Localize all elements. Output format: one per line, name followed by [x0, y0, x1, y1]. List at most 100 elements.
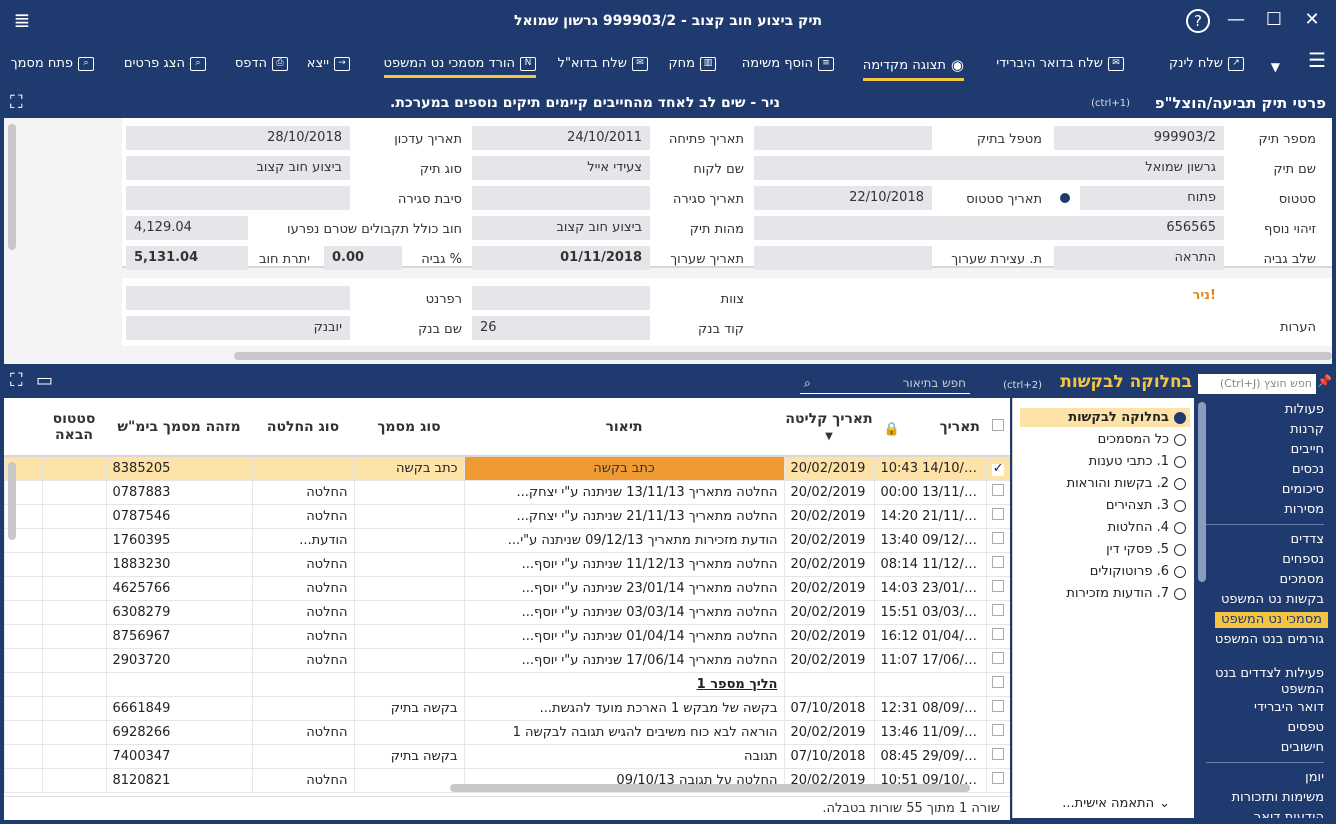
filter-pleadings[interactable]: 1. כתבי טענות [1089, 454, 1186, 469]
debt-total-label: חוב כולל תקבולים שטרם נפרעו [287, 222, 462, 237]
row-checkbox[interactable] [985, 648, 1010, 673]
table-horizontal-scrollbar[interactable] [450, 784, 970, 792]
notes-field[interactable]: !ניר [754, 284, 1224, 340]
export-button[interactable]: → ייצא [307, 56, 350, 71]
table-row[interactable]: 16:12 01/04/2014 20/02/2019 החלטה מתאריך 0… [4, 624, 1010, 649]
personalize-button[interactable]: ⌄ התאמה אישית... [1062, 796, 1170, 811]
column-header-description[interactable]: תיאור [464, 398, 784, 457]
row-checkbox[interactable]: ✓ [985, 456, 1010, 481]
description-search-input[interactable]: חפש בתיאור ⌕ [800, 372, 970, 394]
hamburger-menu-icon[interactable]: ☰ [1308, 48, 1326, 72]
column-header-received[interactable]: תאריך קליטה ▼ [784, 398, 874, 457]
filter-secretary-notices[interactable]: 7. הודעות מזכירות [1066, 586, 1186, 601]
cell-decision-type: החלטה [251, 648, 354, 673]
delete-button[interactable]: ▥ מחק [668, 56, 716, 71]
app-logo-icon: ≣ [13, 8, 31, 32]
table-row[interactable]: 14:20 21/11/2013 20/02/2019 החלטה מתאריך 2… [4, 504, 1010, 529]
nav-item-calculations[interactable]: חישובים [1281, 740, 1324, 756]
nav-item-net-documents[interactable]: מסמכי נט המשפט [1215, 612, 1328, 628]
nav-item-net-entities[interactable]: גורמים בנט המשפט [1214, 632, 1324, 648]
chevron-down-icon[interactable]: ▼ [1271, 60, 1280, 74]
pin-icon[interactable]: 📌 [1317, 374, 1332, 388]
preview-button[interactable]: ◉ תצוגה מקדימה [862, 56, 964, 81]
nav-item-funds[interactable]: קרנות [1290, 422, 1324, 438]
nav-item-deliveries[interactable]: מסירות [1284, 502, 1324, 518]
maximize-icon[interactable]: ☐ [1260, 8, 1288, 32]
filter-all-documents[interactable]: כל המסמכים [1098, 432, 1186, 447]
row-checkbox[interactable] [985, 672, 1010, 697]
add-task-button[interactable]: ≡ הוסף משימה [742, 56, 834, 71]
table-row[interactable]: 00:00 13/11/2013 20/02/2019 החלטה מתאריך 1… [4, 480, 1010, 505]
row-checkbox[interactable] [985, 552, 1010, 577]
filter-protocols[interactable]: 6. פרוטוקולים [1090, 564, 1186, 579]
nav-scrollbar[interactable] [1198, 402, 1206, 582]
filter-judgments[interactable]: 5. פסקי דין [1106, 542, 1186, 557]
expand-icon[interactable]: ⛶ [10, 92, 23, 113]
table-row[interactable]: 08:14 11/12/2013 20/02/2019 החלטה מתאריך 1… [4, 552, 1010, 577]
open-document-button[interactable]: ⌕ פתח מסמך [11, 56, 94, 71]
table-row[interactable]: 14:03 23/01/2014 20/02/2019 החלטה מתאריך 2… [4, 576, 1010, 601]
client-name-field: צעידי אייל [472, 156, 650, 180]
table-row[interactable]: 08:45 29/09/2013 07/10/2018 תגובה בקשה בתיק… [4, 744, 1010, 769]
column-header-next-status[interactable]: סטטוס הבאה [42, 398, 106, 457]
row-checkbox[interactable] [985, 744, 1010, 769]
table-row[interactable]: הליך מספר 1 [4, 672, 1010, 697]
print-button[interactable]: ⎙ הדפס [235, 56, 288, 71]
close-icon[interactable]: ✕ [1298, 8, 1326, 32]
nav-item-tasks[interactable]: משימות ותזכורות [1232, 790, 1324, 806]
shortcut-hint: (ctrl+1) [1091, 98, 1130, 109]
monitor-icon[interactable]: ▭ [36, 370, 53, 391]
row-checkbox[interactable] [985, 504, 1010, 529]
nav-item-hybrid-mail[interactable]: דואר היברידי [1254, 700, 1324, 716]
row-checkbox[interactable] [985, 600, 1010, 625]
cell-next-status [41, 648, 106, 673]
filter-decisions[interactable]: 4. החלטות [1108, 520, 1186, 535]
nav-item-actions[interactable]: פעולות [1285, 402, 1324, 418]
send-email-button[interactable]: ✉ שלח בדוא"ל [558, 56, 648, 71]
row-checkbox[interactable] [985, 480, 1010, 505]
nav-item-diary[interactable]: יומן [1305, 770, 1324, 786]
row-checkbox[interactable] [985, 720, 1010, 745]
download-net-hamishpat-docs-button[interactable]: N הורד מסמכי נט המשפט [383, 56, 536, 78]
show-details-button[interactable]: ⌕ הצג פרטים [124, 56, 206, 71]
filter-by-requests[interactable]: בחלוקה לבקשות [1020, 408, 1190, 427]
select-all-checkbox[interactable] [986, 398, 1010, 457]
filter-affidavits[interactable]: 3. תצהירים [1106, 498, 1186, 513]
table-row[interactable]: ✓ 10:43 14/10/2013 20/02/2019 כתב בקשה כתב ב… [4, 456, 1010, 481]
column-header-doc-id[interactable]: מזהה מסמך בימ"ש [106, 398, 252, 457]
table-row[interactable]: 13:40 09/12/2013 20/02/2019 הודעת מזכירות … [4, 528, 1010, 553]
table-vertical-scrollbar[interactable] [8, 462, 16, 540]
nav-item-summaries[interactable]: סיכומים [1282, 482, 1324, 498]
table-row[interactable]: 12:31 08/09/2013 07/10/2018 בקשה של מבקש 1… [4, 696, 1010, 721]
column-header-doc-type[interactable]: סוג מסמך [354, 398, 464, 457]
nav-item-assets[interactable]: נכסים [1292, 462, 1324, 478]
nav-item-debtors[interactable]: חייבים [1291, 442, 1324, 458]
nav-item-mail-messages[interactable]: הודעות דואר [1254, 810, 1324, 818]
row-checkbox[interactable] [985, 576, 1010, 601]
row-checkbox[interactable] [985, 696, 1010, 721]
send-hybrid-mail-button[interactable]: ✉ שלח בדואר היברידי [996, 56, 1124, 71]
nav-item-documents[interactable]: מסמכים [1279, 572, 1324, 588]
radio-icon [1174, 477, 1186, 490]
vertical-scrollbar[interactable] [8, 124, 16, 250]
row-checkbox[interactable] [985, 768, 1010, 793]
minimize-icon[interactable]: — [1222, 8, 1250, 32]
row-checkbox[interactable] [985, 624, 1010, 649]
help-icon[interactable]: ? [1186, 9, 1210, 33]
column-header-decision-type[interactable]: סוג החלטה [252, 398, 354, 457]
table-row[interactable]: 11:07 17/06/2014 20/02/2019 החלטה מתאריך 1… [4, 648, 1010, 673]
nav-search-input[interactable]: חפש חוצץ (Ctrl+J) [1198, 374, 1316, 394]
table-row[interactable]: 13:46 11/09/2013 20/02/2019 הוראה לבא כוח … [4, 720, 1010, 745]
table-row[interactable]: 15:51 03/03/2014 20/02/2019 החלטה מתאריך 0… [4, 600, 1010, 625]
filter-requests-orders[interactable]: 2. בקשות והוראות [1067, 476, 1186, 491]
expand-icon[interactable]: ⛶ [10, 370, 23, 391]
nav-item-appendices[interactable]: נספחים [1282, 552, 1324, 568]
status-label: סטטוס [1278, 192, 1316, 207]
nav-item-parties[interactable]: צדדים [1291, 532, 1324, 548]
nav-item-net-party-activity[interactable]: פעילות לצדדים בנט המשפט [1204, 666, 1324, 698]
nav-item-net-requests[interactable]: בקשות נט המשפט [1221, 592, 1324, 608]
horizontal-scrollbar[interactable] [234, 352, 1332, 360]
send-link-button[interactable]: ↗ שלח לינק [1169, 56, 1244, 71]
nav-item-forms[interactable]: טפסים [1287, 720, 1324, 736]
row-checkbox[interactable] [985, 528, 1010, 553]
